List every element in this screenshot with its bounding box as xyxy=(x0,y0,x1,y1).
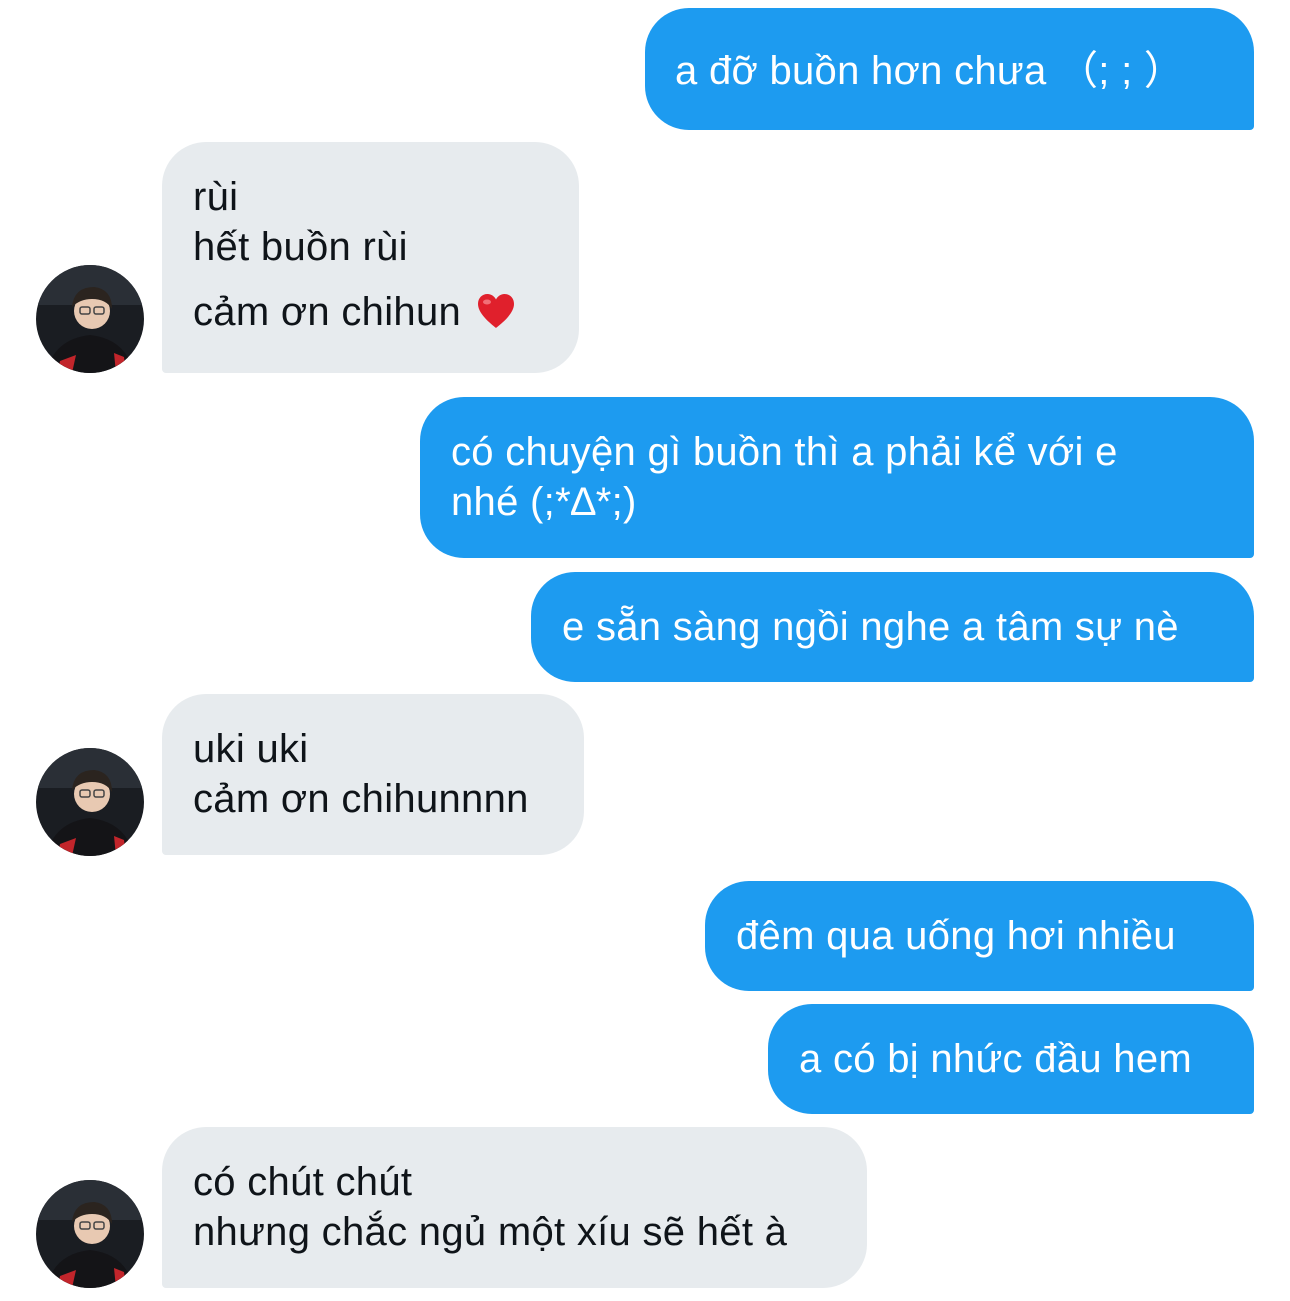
message-text: uki uki xyxy=(193,727,309,771)
contact-avatar[interactable] xyxy=(36,1180,144,1288)
contact-avatar[interactable] xyxy=(36,265,144,373)
heart-emoji-icon xyxy=(478,294,515,328)
message-text: a đỡ buồn hơn chưa （; ; ） xyxy=(675,49,1185,93)
sent-message-bubble[interactable]: e sẵn sàng ngồi nghe a tâm sự nè xyxy=(531,572,1254,682)
avatar-photo-icon xyxy=(36,748,144,856)
message-text: nhé (;*∆*;) xyxy=(451,480,637,524)
message-text: có chút chút xyxy=(193,1160,413,1204)
message-text: hết buồn rùi xyxy=(193,225,408,269)
message-text: e sẵn sàng ngồi nghe a tâm sự nè xyxy=(562,605,1179,649)
message-text: nhưng chắc ngủ một xíu sẽ hết à xyxy=(193,1210,788,1254)
sent-message-bubble[interactable]: có chuyện gì buồn thì a phải kể với e nh… xyxy=(420,397,1254,558)
received-message-bubble[interactable]: rùi hết buồn rùi cảm ơn chihun xyxy=(162,142,579,373)
sent-message-bubble[interactable]: a đỡ buồn hơn chưa （; ; ） xyxy=(645,8,1254,130)
message-text: đêm qua uống hơi nhiều xyxy=(736,914,1176,958)
message-text: có chuyện gì buồn thì a phải kể với e xyxy=(451,430,1118,474)
avatar-photo-icon xyxy=(36,1180,144,1288)
sent-message-bubble[interactable]: a có bị nhức đầu hem xyxy=(768,1004,1254,1114)
contact-avatar[interactable] xyxy=(36,748,144,856)
message-text: cảm ơn chihun xyxy=(193,290,462,334)
message-text: a có bị nhức đầu hem xyxy=(799,1037,1193,1081)
message-text: rùi xyxy=(193,175,239,219)
received-message-bubble[interactable]: có chút chút nhưng chắc ngủ một xíu sẽ h… xyxy=(162,1127,867,1288)
sent-message-bubble[interactable]: đêm qua uống hơi nhiều xyxy=(705,881,1254,991)
received-message-bubble[interactable]: uki uki cảm ơn chihunnnn xyxy=(162,694,584,855)
avatar-photo-icon xyxy=(36,265,144,373)
message-text: cảm ơn chihunnnn xyxy=(193,777,529,821)
